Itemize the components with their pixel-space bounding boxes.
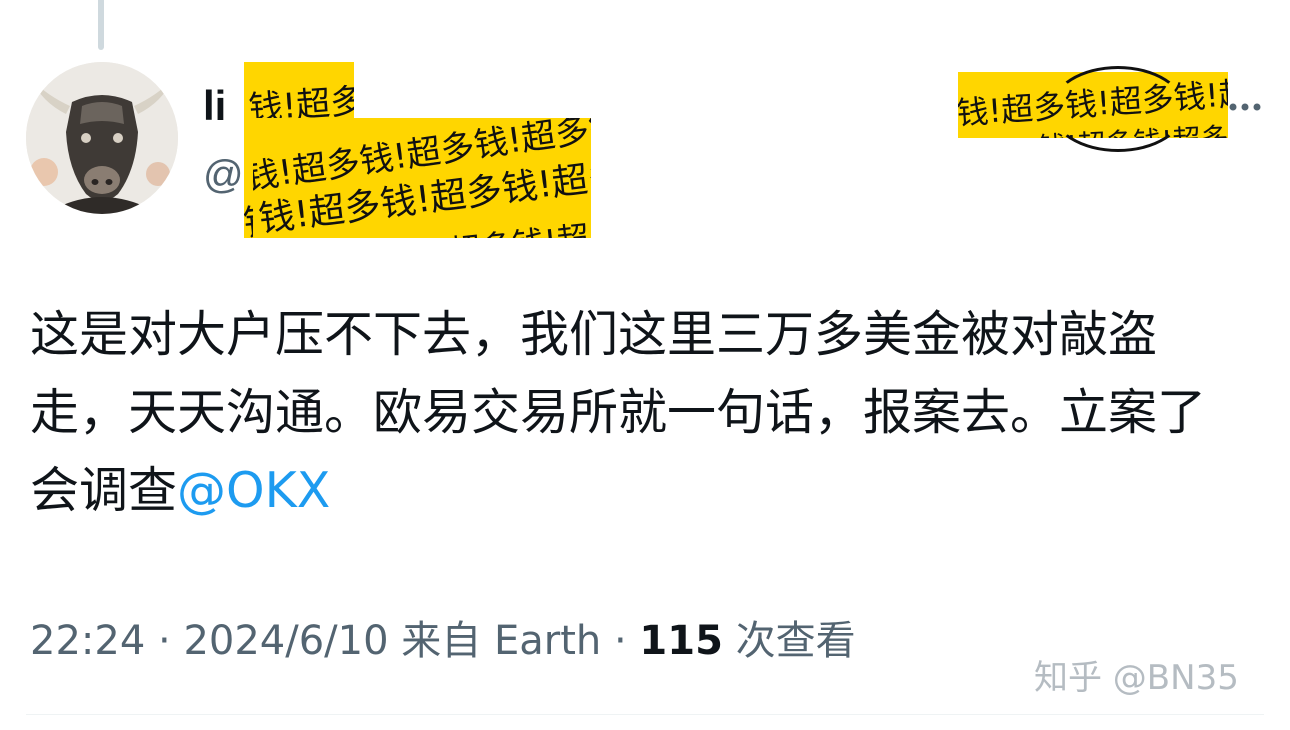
- mention-link[interactable]: @OKX: [177, 462, 330, 519]
- watermark: 知乎 @BN35: [1034, 658, 1239, 698]
- redaction-sticker-top-right: 钱!超多钱!超多钱!超多钱 钱!超多钱!超多钱!超多钱: [958, 72, 1228, 138]
- tweet-time[interactable]: 22:24: [30, 618, 145, 664]
- thread-connector-line: [98, 0, 104, 50]
- bull-avatar-image: [26, 62, 178, 214]
- meta-separator: ·: [613, 618, 627, 664]
- divider: [26, 714, 1264, 715]
- tweet-text: 这是对大户压不下去，我们这里三万多美金被对敲盗走，天天沟通。欧易交易所就一句话，…: [30, 296, 1250, 530]
- author-display-name[interactable]: li: [203, 80, 226, 132]
- more-dots-icon: [1229, 103, 1261, 111]
- redaction-sticker-handle: 钱!超多钱!超多钱!超多钱 钱!超多钱!超多钱!超多钱 钱!超多钱!超多钱!超多…: [253, 118, 591, 238]
- more-horizontal-icon[interactable]: [1228, 92, 1262, 122]
- tweet-metadata: 22:24 · 2024/6/10 来自 Earth · 115 次查看: [30, 612, 856, 670]
- avatar[interactable]: [26, 62, 178, 214]
- tweet-date[interactable]: 2024/6/10: [183, 618, 388, 664]
- tweet-source: 来自 Earth: [401, 618, 602, 664]
- meta-separator: ·: [158, 618, 171, 664]
- views-label: 次查看: [735, 618, 856, 664]
- views-count: 115: [639, 618, 723, 664]
